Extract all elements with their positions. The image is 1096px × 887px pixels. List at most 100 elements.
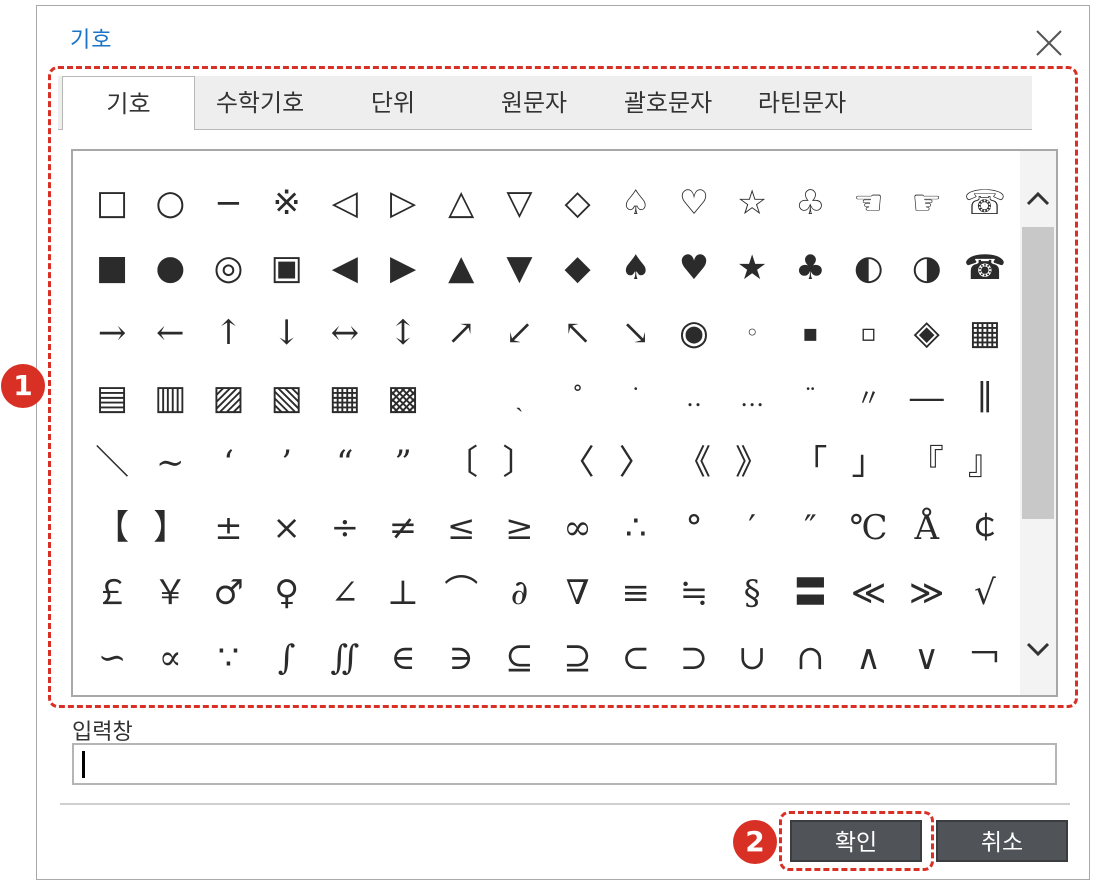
- symbol-cell[interactable]: ∩: [781, 625, 839, 690]
- symbol-cell[interactable]: △: [432, 170, 490, 235]
- symbol-cell[interactable]: ”: [374, 430, 432, 495]
- symbol-cell[interactable]: ★: [723, 235, 781, 300]
- tab-parenthesized-chars[interactable]: 괄호문자: [598, 76, 738, 129]
- symbol-cell[interactable]: ∝: [141, 625, 199, 690]
- symbol-cell[interactable]: 〈: [549, 430, 607, 495]
- symbol-cell[interactable]: 』: [956, 430, 1014, 495]
- symbol-cell[interactable]: ￥: [141, 560, 199, 625]
- symbol-cell[interactable]: ￢: [956, 625, 1014, 690]
- symbol-cell[interactable]: ♤: [607, 170, 665, 235]
- symbol-cell[interactable]: ▼: [490, 235, 548, 300]
- symbol-cell[interactable]: ∞: [549, 495, 607, 560]
- symbol-cell[interactable]: ¨: [781, 365, 839, 430]
- symbol-cell[interactable]: ＼: [83, 430, 141, 495]
- symbol-cell[interactable]: ☜: [839, 170, 897, 235]
- symbol-cell[interactable]: “: [316, 430, 374, 495]
- symbol-cell[interactable]: ′: [723, 495, 781, 560]
- tab-circled-chars[interactable]: 원문자: [474, 76, 594, 129]
- symbol-cell[interactable]: 」: [839, 430, 897, 495]
- symbol-cell[interactable]: 〕: [490, 430, 548, 495]
- symbol-cell[interactable]: ±: [199, 495, 257, 560]
- tab-units[interactable]: 단위: [343, 76, 443, 129]
- symbol-cell[interactable]: ∂: [490, 560, 548, 625]
- symbol-cell[interactable]: ◉: [665, 300, 723, 365]
- symbol-cell[interactable]: ◁: [316, 170, 374, 235]
- symbol-cell[interactable]: ≤: [432, 495, 490, 560]
- symbol-cell[interactable]: ◎: [199, 235, 257, 300]
- symbol-cell[interactable]: ⊥: [374, 560, 432, 625]
- symbol-cell[interactable]: ▲: [432, 235, 490, 300]
- symbol-cell[interactable]: ∬: [316, 625, 374, 690]
- symbol-cell[interactable]: 〃: [839, 365, 897, 430]
- symbol-cell[interactable]: ♡: [665, 170, 723, 235]
- symbol-cell[interactable]: ≫: [898, 560, 956, 625]
- symbol-cell[interactable]: 〓: [781, 560, 839, 625]
- symbol-cell[interactable]: ○: [141, 170, 199, 235]
- symbol-cell[interactable]: ▽: [490, 170, 548, 235]
- symbol-cell[interactable]: ◆: [549, 235, 607, 300]
- symbol-cell[interactable]: 》: [723, 430, 781, 495]
- symbol-cell[interactable]: ※: [258, 170, 316, 235]
- symbol-cell[interactable]: ‘: [199, 430, 257, 495]
- symbol-cell[interactable]: ↖: [549, 300, 607, 365]
- symbol-cell[interactable]: ≥: [490, 495, 548, 560]
- symbol-cell[interactable]: ↔: [316, 300, 374, 365]
- symbol-cell[interactable]: ˚: [549, 365, 607, 430]
- symbol-cell[interactable]: …: [723, 365, 781, 430]
- symbol-cell[interactable]: 【: [83, 495, 141, 560]
- symbol-cell[interactable]: [432, 365, 490, 430]
- symbol-cell[interactable]: ∠: [316, 560, 374, 625]
- symbol-cell[interactable]: ☆: [723, 170, 781, 235]
- symbol-cell[interactable]: ▩: [374, 365, 432, 430]
- symbol-cell[interactable]: ↗: [432, 300, 490, 365]
- scroll-down-button[interactable]: [1020, 631, 1056, 667]
- symbol-cell[interactable]: ☎: [956, 235, 1014, 300]
- tab-math-symbols[interactable]: 수학기호: [200, 76, 320, 129]
- scroll-thumb[interactable]: [1022, 227, 1054, 519]
- symbol-cell[interactable]: ÷: [316, 495, 374, 560]
- symbol-cell[interactable]: ∴: [607, 495, 665, 560]
- symbol-cell[interactable]: 《: [665, 430, 723, 495]
- close-button[interactable]: [1032, 26, 1066, 60]
- symbol-cell[interactable]: ⊂: [607, 625, 665, 690]
- symbol-cell[interactable]: ∈: [374, 625, 432, 690]
- symbol-cell[interactable]: ⌒: [432, 560, 490, 625]
- symbol-cell[interactable]: ×: [258, 495, 316, 560]
- symbol-cell[interactable]: ↙: [490, 300, 548, 365]
- symbol-cell[interactable]: ▦: [316, 365, 374, 430]
- symbol-cell[interactable]: ☞: [898, 170, 956, 235]
- scroll-up-button[interactable]: [1020, 181, 1056, 217]
- symbol-scrollbar[interactable]: [1020, 151, 1056, 695]
- symbol-cell[interactable]: ◀: [316, 235, 374, 300]
- symbol-cell[interactable]: ‥: [665, 365, 723, 430]
- symbol-cell[interactable]: →: [83, 300, 141, 365]
- symbol-cell[interactable]: ∽: [83, 625, 141, 690]
- symbol-cell[interactable]: ―: [898, 365, 956, 430]
- symbol-cell[interactable]: ∵: [199, 625, 257, 690]
- symbol-cell[interactable]: ˎ: [490, 365, 548, 430]
- symbol-cell[interactable]: ↕: [374, 300, 432, 365]
- tab-symbols[interactable]: 기호: [62, 76, 195, 130]
- symbol-cell[interactable]: ▶: [374, 235, 432, 300]
- symbol-cell[interactable]: ▪: [781, 300, 839, 365]
- symbol-cell[interactable]: ≒: [665, 560, 723, 625]
- symbol-cell[interactable]: ◈: [898, 300, 956, 365]
- symbol-cell[interactable]: ↘: [607, 300, 665, 365]
- symbol-cell[interactable]: ●: [141, 235, 199, 300]
- symbol-cell[interactable]: °: [665, 495, 723, 560]
- symbol-cell[interactable]: ▧: [258, 365, 316, 430]
- symbol-cell[interactable]: ♣: [781, 235, 839, 300]
- symbol-cell[interactable]: ♥: [665, 235, 723, 300]
- symbol-cell[interactable]: ∪: [723, 625, 781, 690]
- symbol-cell[interactable]: ▤: [83, 365, 141, 430]
- symbol-cell[interactable]: ≪: [839, 560, 897, 625]
- symbol-cell[interactable]: ∋: [432, 625, 490, 690]
- symbol-cell[interactable]: ⊇: [549, 625, 607, 690]
- symbol-cell[interactable]: ▥: [141, 365, 199, 430]
- symbol-cell[interactable]: −: [199, 170, 257, 235]
- symbol-cell[interactable]: ♀: [258, 560, 316, 625]
- symbol-cell[interactable]: ▫: [839, 300, 897, 365]
- symbol-cell[interactable]: ↑: [199, 300, 257, 365]
- symbol-cell[interactable]: Å: [898, 495, 956, 560]
- symbol-cell[interactable]: ∥: [956, 365, 1014, 430]
